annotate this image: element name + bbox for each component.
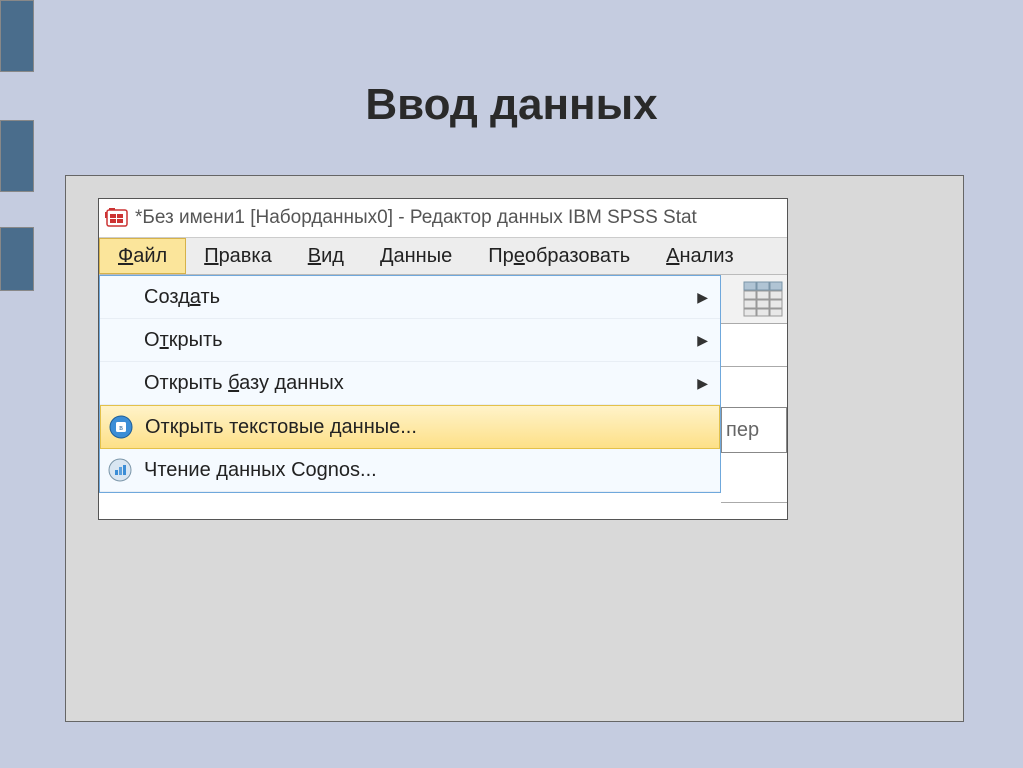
menuitem-open-text-data-label: Открыть текстовые данные... — [145, 416, 707, 439]
menuitem-new-post: ть — [200, 286, 220, 308]
submenu-arrow-icon: ▶ — [697, 332, 708, 349]
svg-text:в: в — [119, 423, 123, 432]
menuitem-read-cognos[interactable]: Чтение данных Cognos... — [100, 449, 720, 492]
submenu-arrow-icon: ▶ — [697, 289, 708, 306]
menuitem-open-db-label: Открыть базу данных — [144, 372, 697, 395]
menu-transform-pre: Пр — [488, 245, 514, 268]
menu-data-underline: Д — [380, 245, 394, 268]
menuitem-read-cognos-pre: Чтение данных Co — [144, 459, 317, 481]
menuitem-open[interactable]: Открыть ▶ — [100, 319, 720, 362]
menuitem-open-label: Открыть — [144, 329, 697, 352]
datagrid-icon — [743, 281, 783, 317]
menuitem-open-db-pre: Открыть — [144, 372, 228, 394]
grid-row-fragment — [721, 324, 787, 367]
menu-view[interactable]: Вид — [290, 238, 362, 274]
menuitem-open-pre: О — [144, 329, 160, 351]
app-icon — [105, 206, 129, 230]
file-dropdown: Создать ▶ Открыть ▶ Откр — [99, 275, 721, 493]
blank-icon — [106, 369, 134, 397]
menuitem-open-underline: т — [160, 329, 169, 351]
slide-side-accent-3 — [0, 227, 34, 291]
blank-icon — [106, 283, 134, 311]
menuitem-new-pre: Созд — [144, 286, 190, 308]
menuitem-read-cognos-label: Чтение данных Cognos... — [144, 459, 708, 482]
menu-transform-post: образовать — [525, 245, 630, 268]
grid-cell-fragment: пер — [721, 407, 787, 453]
menuitem-read-cognos-underline: g — [317, 459, 328, 481]
slide-side-accent-1 — [0, 0, 34, 72]
submenu-arrow-icon: ▶ — [697, 375, 708, 392]
menuitem-new-label: Создать — [144, 286, 697, 309]
titlebar: *Без имени1 [Наборданных0] - Редактор да… — [99, 199, 787, 238]
menubar: Файл Правка Вид Данные Преобразовать Ана… — [99, 238, 787, 275]
menu-data-post: анные — [393, 245, 452, 268]
menuitem-open-db-post: азу данных — [239, 372, 344, 394]
toolbar-fragment — [721, 275, 787, 324]
grid-row-fragment-2 — [721, 456, 787, 503]
menu-edit[interactable]: Правка — [186, 238, 290, 274]
menuitem-read-cognos-post: nos... — [328, 459, 377, 481]
menuitem-open-post: крыть — [169, 329, 223, 351]
slide-title: Ввод данных — [0, 80, 1023, 130]
menu-file-underline: Ф — [118, 245, 133, 268]
background-fragment: пер — [721, 275, 787, 503]
menuitem-open-text-data[interactable]: в Открыть текстовые данные... — [100, 405, 720, 449]
menu-transform[interactable]: Преобразовать — [470, 238, 648, 274]
menu-edit-underline: П — [204, 245, 218, 268]
menu-file-post: айл — [133, 245, 167, 268]
menuitem-new-underline: а — [190, 286, 201, 308]
chart-icon — [106, 456, 134, 484]
menu-data[interactable]: Данные — [362, 238, 470, 274]
slide-side-accent-2 — [0, 120, 34, 192]
menuitem-new[interactable]: Создать ▶ — [100, 276, 720, 319]
blank-icon — [106, 326, 134, 354]
menu-transform-underline: е — [514, 245, 525, 268]
menuitem-open-db-underline: б — [228, 372, 239, 394]
menu-view-post: ид — [321, 245, 344, 268]
slide-content-area: *Без имени1 [Наборданных0] - Редактор да… — [65, 175, 964, 722]
menu-analyze-underline: А — [666, 245, 679, 268]
menuitem-open-db[interactable]: Открыть базу данных ▶ — [100, 362, 720, 405]
window-title: *Без имени1 [Наборданных0] - Редактор да… — [135, 207, 697, 229]
grid-cell-fragment-text: пер — [726, 419, 759, 442]
menu-analyze[interactable]: Анализ — [648, 238, 752, 274]
text-doc-icon: в — [107, 413, 135, 441]
menu-edit-post: равка — [219, 245, 272, 268]
menuitem-open-text-data-pre: Открыть текстовые данные... — [145, 416, 417, 438]
app-window: *Без имени1 [Наборданных0] - Редактор да… — [98, 198, 788, 520]
menu-analyze-post: нализ — [680, 245, 734, 268]
menu-file[interactable]: Файл — [99, 238, 186, 274]
menu-view-underline: В — [308, 245, 321, 268]
